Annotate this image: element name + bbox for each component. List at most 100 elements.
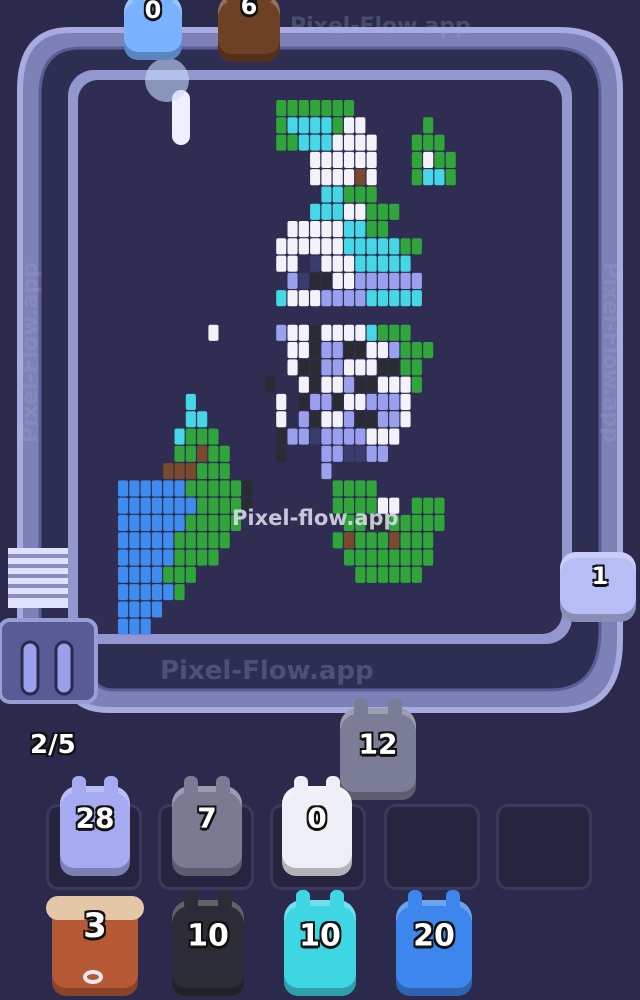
pixel-block: [321, 463, 332, 480]
pixel-block: [366, 411, 377, 428]
pixel-block: [276, 428, 287, 445]
pixel-block: [140, 566, 151, 583]
pixel-block: [174, 428, 185, 445]
pixel-block: [411, 359, 422, 376]
pixel-block: [400, 514, 411, 532]
pixel-block: [400, 393, 411, 411]
pixel-block: [321, 411, 332, 428]
pixel-block: [445, 169, 456, 186]
pixel-block: [208, 428, 219, 445]
pixel-block: [400, 238, 411, 255]
pixel-block: [332, 480, 343, 497]
pixel-block: [411, 514, 422, 532]
pixel-block: [321, 151, 332, 168]
pixel-block: [366, 342, 377, 359]
pixel-block: [344, 393, 355, 411]
pixel-block: [129, 549, 140, 566]
ear-icon: [258, 0, 272, 2]
pixel-block: [298, 411, 309, 428]
pixel-block: [118, 549, 129, 566]
pixel-block: [140, 584, 151, 601]
pixel-block: [208, 480, 219, 497]
queue-shooter-gray[interactable]: [172, 776, 242, 876]
pixel-block: [355, 393, 366, 411]
ear-icon: [132, 0, 146, 2]
pixel-block: [310, 117, 321, 134]
waiting-bull-brown[interactable]: [46, 896, 144, 996]
pixel-block: [140, 497, 151, 514]
shooter-top-brown[interactable]: [218, 0, 280, 62]
pixel-block: [389, 255, 400, 272]
pixel-block: [332, 393, 343, 411]
shooter-launching-gray[interactable]: [340, 698, 416, 800]
pixel-block: [219, 463, 230, 480]
pixel-block: [219, 497, 230, 514]
pixel-block: [332, 376, 343, 393]
pixel-block: [366, 532, 377, 549]
pixel-block: [423, 117, 434, 134]
watermark-track-top: Pixel-Flow.app: [290, 14, 471, 39]
pixel-block: [163, 480, 174, 497]
pixel-block: [445, 151, 456, 168]
pixel-block: [140, 480, 151, 497]
pixel-block: [276, 324, 287, 341]
queue-slot-4[interactable]: [384, 804, 480, 890]
queue-slot-5[interactable]: [496, 804, 592, 890]
pixel-block: [355, 203, 366, 220]
pixel-block: [366, 221, 377, 238]
pixel-block: [185, 428, 196, 445]
pixel-block: [332, 100, 343, 117]
pixel-block: [208, 445, 219, 462]
pixel-block: [344, 290, 355, 307]
pixel-block: [400, 566, 411, 583]
pixel-block: [298, 428, 309, 445]
pixel-block: [423, 169, 434, 186]
queue-shooter-periwinkle[interactable]: [60, 776, 130, 876]
pixel-block: [197, 514, 208, 532]
pixel-block: [276, 100, 287, 117]
pixel-block: [411, 532, 422, 549]
pixel-block: [389, 411, 400, 428]
pixel-block: [140, 549, 151, 566]
pixel-block: [151, 480, 162, 497]
pixel-block: [366, 480, 377, 497]
ear-icon: [226, 0, 240, 2]
pixel-block: [298, 221, 309, 238]
pixel-block: [344, 169, 355, 186]
waiting-shooter-black[interactable]: [172, 890, 244, 996]
pixel-block: [174, 549, 185, 566]
pixel-block: [321, 376, 332, 393]
pixel-block: [377, 393, 388, 411]
waiting-shooter-cyan[interactable]: [284, 890, 356, 996]
pixel-block: [366, 549, 377, 566]
pixel-block: [344, 480, 355, 497]
pixel-block: [151, 601, 162, 618]
pixel-block: [366, 566, 377, 583]
pixel-block: [310, 100, 321, 117]
pixel-block: [310, 359, 321, 376]
pixel-block: [344, 445, 355, 462]
pixel-block: [140, 532, 151, 549]
queue-shooter-white[interactable]: [282, 776, 352, 876]
shooter-right-periwinkle[interactable]: [560, 552, 636, 622]
pixel-block: [332, 186, 343, 203]
pixel-block: [151, 532, 162, 549]
pixel-block: [411, 238, 422, 255]
waiting-shooter-blue[interactable]: [396, 890, 472, 996]
pixel-block: [118, 532, 129, 549]
pixel-block: [129, 584, 140, 601]
pixel-block: [344, 411, 355, 428]
pixel-block: [208, 324, 219, 341]
pixel-block: [310, 169, 321, 186]
pixel-block: [129, 601, 140, 618]
pixel-block: [310, 221, 321, 238]
pixel-block: [344, 221, 355, 238]
pixel-block: [298, 272, 309, 289]
pixel-block: [344, 532, 355, 549]
ammo-tray: [0, 618, 98, 704]
pixel-block: [344, 428, 355, 445]
pixel-block: [310, 376, 321, 393]
shooter-top-blue[interactable]: [124, 0, 182, 60]
pixel-block: [344, 238, 355, 255]
ear-icon: [326, 776, 340, 794]
